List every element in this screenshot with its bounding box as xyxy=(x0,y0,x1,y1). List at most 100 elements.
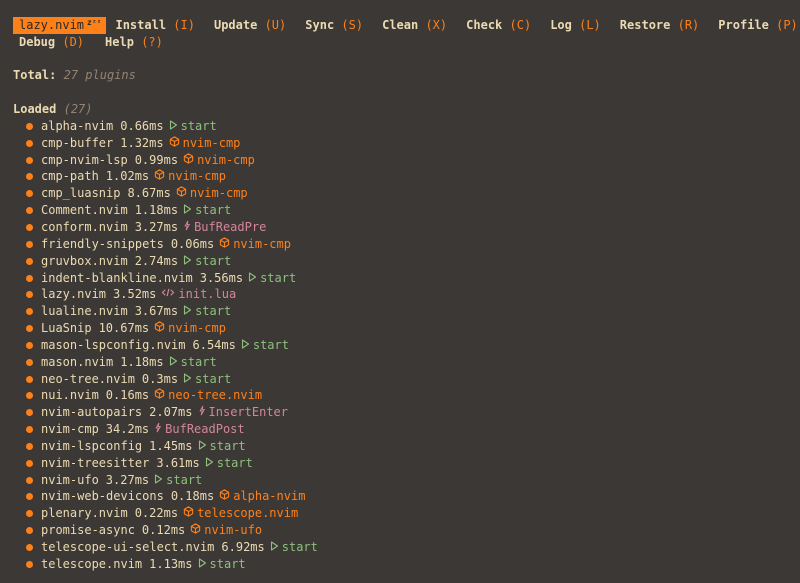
plugin-load-time: 0.16ms xyxy=(105,388,150,403)
plugin-load-time: 0.12ms xyxy=(141,523,186,538)
plugin-name: LuaSnip xyxy=(41,321,92,336)
plugin-name: neo-tree.nvim xyxy=(41,371,135,386)
plugin-load-source: BufReadPost xyxy=(154,421,245,438)
loaded-dot-icon xyxy=(26,291,33,299)
plugin-row[interactable]: lazy.nvim 3.52ms init.lua xyxy=(26,286,318,303)
plugin-source-label: start xyxy=(209,438,246,453)
plugin-load-time: 0.18ms xyxy=(170,489,215,504)
loaded-dot-icon xyxy=(26,240,33,248)
loaded-dot-icon xyxy=(26,392,33,400)
plugin-row[interactable]: cmp-path 1.02ms nvim-cmp xyxy=(26,169,318,186)
package-icon xyxy=(190,522,201,539)
plugin-source-label: start xyxy=(209,556,246,571)
plugin-row[interactable]: telescope.nvim 1.13ms start xyxy=(26,556,318,573)
menu-item-clean[interactable]: Clean (X) xyxy=(382,17,447,34)
plugin-load-source: start xyxy=(154,472,202,489)
plugin-row[interactable]: conform.nvim 3.27ms BufReadPre xyxy=(26,219,318,236)
plugin-source-label: start xyxy=(216,455,253,470)
plugin-row[interactable]: plenary.nvim 0.22ms telescope.nvim xyxy=(26,505,318,522)
menu-item-debug[interactable]: Debug (D) xyxy=(19,34,84,51)
play-icon xyxy=(198,556,207,573)
menu-item-label: Log xyxy=(550,18,572,32)
menu-item-profile[interactable]: Profile (P) xyxy=(718,17,798,34)
plugin-load-source: start xyxy=(183,202,231,219)
plugin-load-source: InsertEnter xyxy=(198,404,288,421)
menu-item-hotkey: (X) xyxy=(425,18,448,32)
package-icon xyxy=(176,185,187,202)
package-icon xyxy=(169,135,180,152)
plugin-name: conform.nvim xyxy=(41,219,128,234)
plugin-row[interactable]: cmp-buffer 1.32ms nvim-cmp xyxy=(26,135,318,152)
menu-item-check[interactable]: Check (C) xyxy=(466,17,531,34)
plugin-row[interactable]: nvim-cmp 34.2ms BufReadPost xyxy=(26,421,318,438)
plugin-row[interactable]: promise-async 0.12ms nvim-ufo xyxy=(26,522,318,539)
plugin-row[interactable]: nvim-ufo 3.27ms start xyxy=(26,472,318,489)
plugin-name: nui.nvim xyxy=(41,388,99,403)
loaded-dot-icon xyxy=(26,223,33,231)
brand-badge: lazy.nvim zᶻᶻ xyxy=(13,17,107,34)
plugin-load-source: start xyxy=(205,455,253,472)
loaded-dot-icon xyxy=(26,190,33,198)
plugin-row[interactable]: nvim-lspconfig 1.45ms start xyxy=(26,438,318,455)
menu-item-sync[interactable]: Sync (S) xyxy=(305,17,363,34)
plugin-load-time: 1.45ms xyxy=(149,438,193,453)
plugin-row[interactable]: nvim-treesitter 3.61ms start xyxy=(26,455,318,472)
loaded-dot-icon xyxy=(26,510,33,518)
plugin-load-time: 1.13ms xyxy=(149,556,193,571)
plugin-row[interactable]: mason-lspconfig.nvim 6.54ms start xyxy=(26,337,318,354)
plugin-source-label: start xyxy=(195,371,232,386)
menu-item-log[interactable]: Log (L) xyxy=(550,17,601,34)
plugin-row[interactable]: cmp_luasnip 8.67ms nvim-cmp xyxy=(26,185,318,202)
menu-item-label: Update xyxy=(213,18,258,32)
loaded-dot-icon xyxy=(26,173,33,181)
menu-item-install[interactable]: Install (I) xyxy=(115,17,195,34)
plugin-name: gruvbox.nvim xyxy=(41,253,128,268)
plugin-load-source: nvim-cmp xyxy=(169,135,240,152)
plugin-source-label: start xyxy=(252,337,289,352)
plugin-row[interactable]: mason.nvim 1.18ms start xyxy=(26,354,318,371)
plugin-row[interactable]: gruvbox.nvim 2.74ms start xyxy=(26,253,318,270)
play-icon xyxy=(183,371,192,388)
menu-item-update[interactable]: Update (U) xyxy=(214,17,286,34)
plugin-row[interactable]: Comment.nvim 1.18ms start xyxy=(26,202,318,219)
plugin-row[interactable]: lualine.nvim 3.67ms start xyxy=(26,303,318,320)
menu-item-help[interactable]: Help (?) xyxy=(105,34,163,51)
plugin-load-source: nvim-ufo xyxy=(190,522,262,539)
plugin-load-time: 3.67ms xyxy=(134,304,179,319)
plugin-load-time: 2.07ms xyxy=(149,405,193,420)
plugin-load-time: 3.61ms xyxy=(156,455,200,470)
plugin-load-source: start xyxy=(198,556,246,573)
plugin-row[interactable]: telescope-ui-select.nvim 6.92ms start xyxy=(26,539,318,556)
plugin-row[interactable]: indent-blankline.nvim 3.56ms start xyxy=(26,270,318,287)
plugin-load-source: start xyxy=(169,118,217,135)
plugin-name: indent-blankline.nvim xyxy=(41,270,193,285)
loaded-dot-icon xyxy=(26,409,33,417)
plugin-row[interactable]: nvim-autopairs 2.07ms InsertEnter xyxy=(26,404,318,421)
loaded-dot-icon xyxy=(26,308,33,316)
plugin-name: cmp_luasnip xyxy=(41,186,121,201)
plugin-row[interactable]: alpha-nvim 0.66ms start xyxy=(26,118,318,135)
loaded-dot-icon xyxy=(26,139,33,147)
plugin-load-source: start xyxy=(241,337,289,354)
play-icon xyxy=(270,539,279,556)
plugin-row[interactable]: cmp-nvim-lsp 0.99ms nvim-cmp xyxy=(26,152,318,169)
plugin-load-time: 3.27ms xyxy=(105,472,150,487)
plugin-row[interactable]: neo-tree.nvim 0.3ms start xyxy=(26,371,318,388)
plugin-row[interactable]: nvim-web-devicons 0.18ms alpha-nvim xyxy=(26,489,318,506)
plugin-row[interactable]: friendly-snippets 0.06ms nvim-cmp xyxy=(26,236,318,253)
plugin-source-label: InsertEnter xyxy=(208,405,288,420)
total-label: Total: xyxy=(13,68,57,82)
plugin-source-label: start xyxy=(180,118,217,133)
plugin-name: cmp-nvim-lsp xyxy=(41,152,128,167)
menu-item-hotkey: (R) xyxy=(677,18,700,32)
menu-item-restore[interactable]: Restore (R) xyxy=(620,17,700,34)
play-icon xyxy=(198,438,207,455)
plugin-row[interactable]: nui.nvim 0.16ms neo-tree.nvim xyxy=(26,388,318,405)
plugin-source-label: init.lua xyxy=(178,287,237,302)
menu-item-label: Sync xyxy=(305,18,335,32)
plugin-row[interactable]: LuaSnip 10.67ms nvim-cmp xyxy=(26,320,318,337)
total-summary: Total: 27 plugins xyxy=(13,67,136,84)
plugin-source-label: nvim-cmp xyxy=(197,152,255,167)
loaded-dot-icon xyxy=(26,544,33,552)
plugin-source-label: alpha-nvim xyxy=(233,489,306,504)
